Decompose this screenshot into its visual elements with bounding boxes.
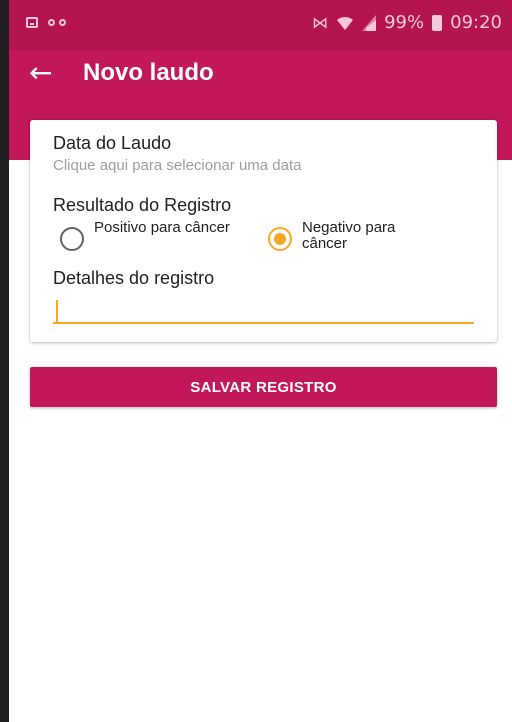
radio-negative-label[interactable]: Negativo para câncer bbox=[302, 220, 442, 252]
text-cursor bbox=[56, 300, 58, 322]
result-label: Resultado do Registro bbox=[53, 195, 232, 215]
radio-negative[interactable]: Negativo para câncer bbox=[268, 220, 442, 252]
battery-level: 99% bbox=[384, 12, 425, 33]
save-button[interactable]: SALVAR REGISTRO bbox=[30, 367, 497, 407]
details-label: Detalhes do registro bbox=[53, 268, 215, 288]
clock: 09:20 bbox=[450, 12, 502, 33]
arrow-back-icon[interactable]: ← bbox=[29, 59, 52, 87]
radio-positive[interactable]: Positivo para câncer bbox=[60, 220, 234, 251]
device-frame-edge bbox=[0, 0, 9, 722]
mute-icon: ⋈ bbox=[312, 13, 329, 32]
details-input[interactable] bbox=[53, 296, 474, 324]
voicemail-icon bbox=[48, 16, 66, 28]
radio-checked-icon[interactable] bbox=[268, 227, 292, 251]
radio-unchecked-icon[interactable] bbox=[60, 227, 84, 251]
form-card: Data do Laudo Clique aqui para seleciona… bbox=[30, 120, 497, 342]
status-bar: ⋈ 99% 09:20 bbox=[9, 0, 512, 50]
image-notification-icon bbox=[26, 16, 38, 28]
wifi-icon bbox=[337, 16, 354, 30]
date-label[interactable]: Data do Laudo bbox=[53, 133, 171, 154]
date-picker-field[interactable]: Clique aqui para selecionar uma data bbox=[53, 157, 302, 174]
radio-positive-label[interactable]: Positivo para câncer bbox=[94, 220, 234, 236]
signal-icon bbox=[362, 14, 377, 31]
page-title: Novo laudo bbox=[83, 59, 214, 86]
battery-charging-icon bbox=[432, 14, 443, 31]
